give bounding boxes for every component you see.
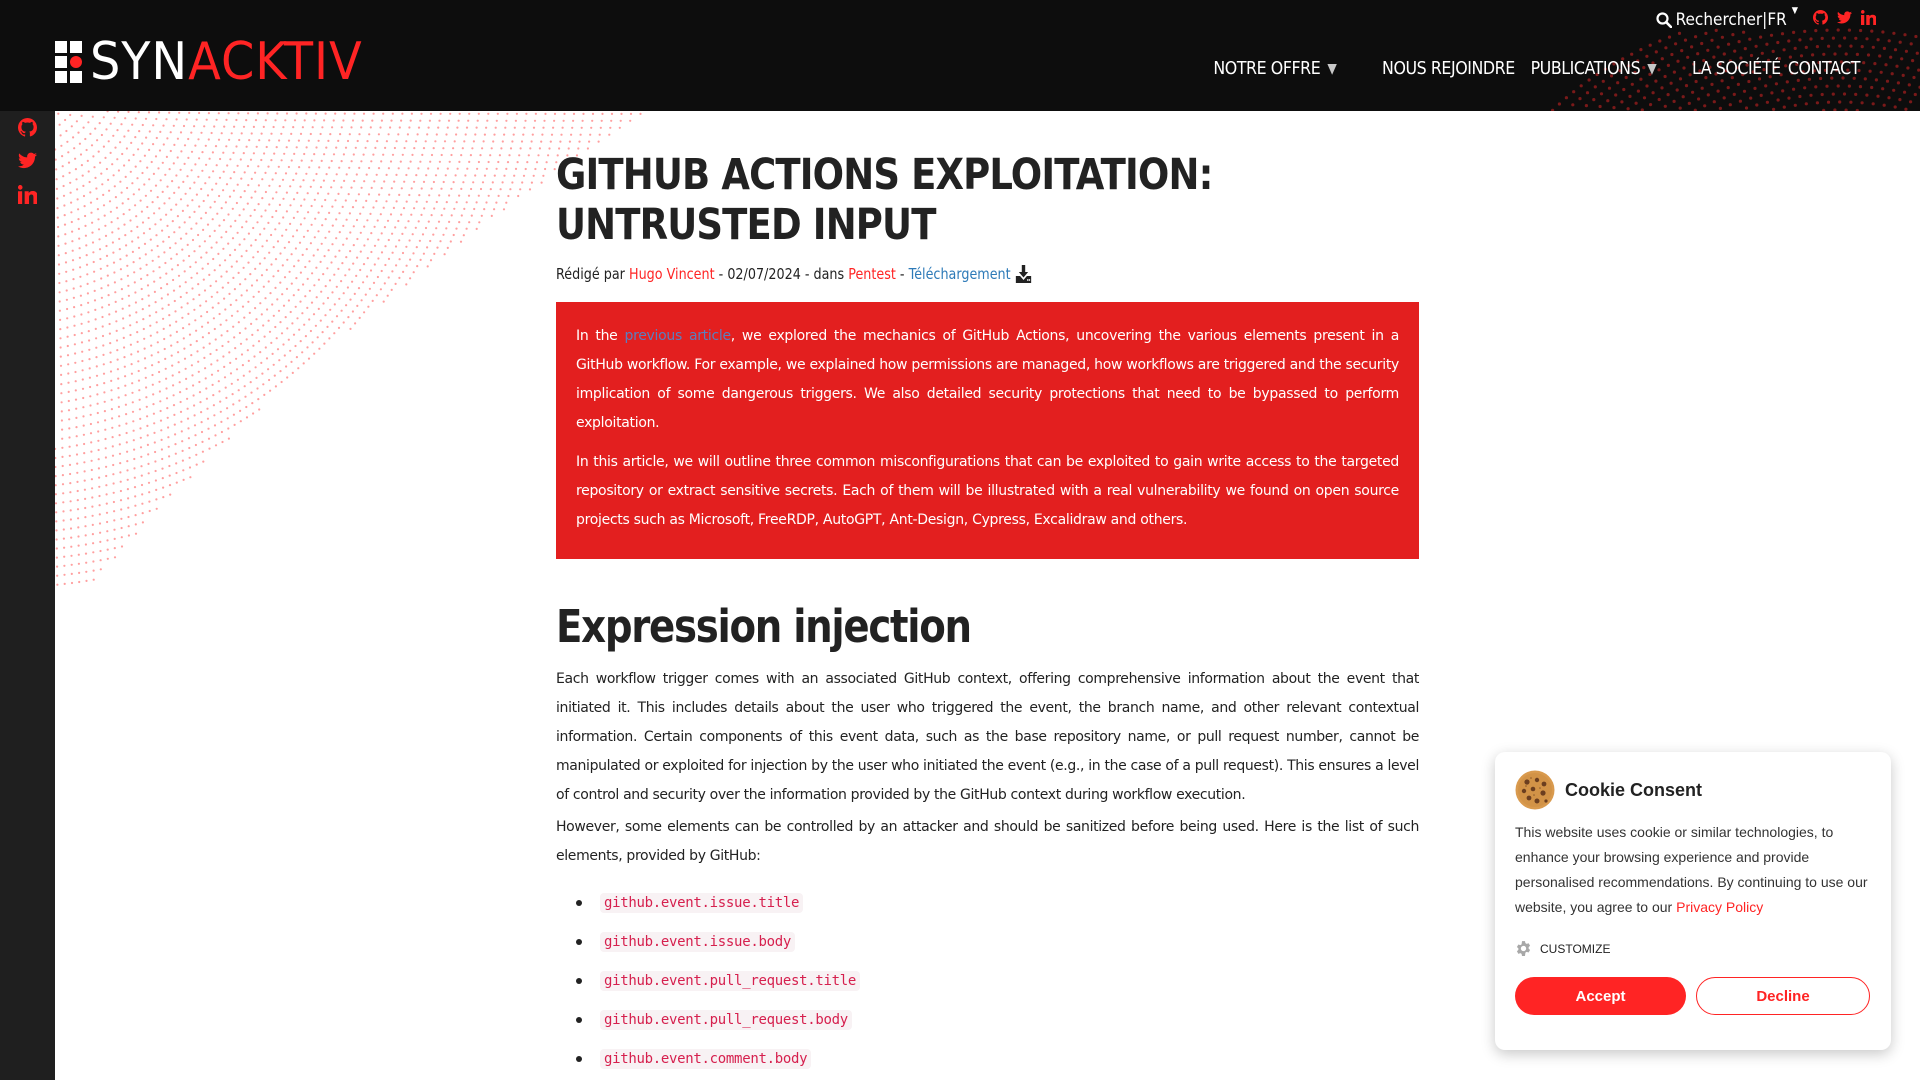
nav-label: LA SOCIÉTÉ: [1692, 58, 1782, 79]
publish-date: 02/07/2024: [727, 265, 801, 283]
separator: -: [895, 265, 909, 283]
dropdown-triangle-icon: ▼: [1646, 60, 1656, 77]
code-snippet: github.event.pull_request.title: [600, 970, 860, 991]
section-heading: Expression injection: [556, 600, 972, 653]
synacktiv-logo[interactable]: SYNACKTIV: [55, 36, 386, 88]
dropdown-triangle-icon: ▼: [1327, 60, 1337, 77]
github-icon: [18, 118, 37, 137]
main-nav: NOTRE OFFRE ▼ NOUS REJOINDRE PUBLICATIONS…: [1205, 58, 1865, 79]
logo-mark-icon: [55, 41, 82, 83]
download-icon[interactable]: [1015, 264, 1032, 284]
header-social-links: [1813, 10, 1877, 30]
article-meta: Rédigé par Hugo Vincent - 02/07/2024 - d…: [556, 264, 1290, 284]
nav-notre-offre[interactable]: NOTRE OFFRE ▼: [1213, 58, 1336, 79]
cookie-title: Cookie Consent: [1565, 779, 1703, 800]
caret-down-icon: ▼: [1791, 6, 1798, 16]
download-link[interactable]: Téléchargement: [909, 265, 1011, 283]
text: In the: [576, 328, 625, 344]
category-link[interactable]: Pentest: [848, 265, 896, 283]
code-snippet: github.event.issue.title: [600, 892, 804, 913]
cookie-text: This website uses cookie or similar tech…: [1515, 820, 1871, 920]
twitter-icon: [18, 152, 37, 169]
linkedin-icon: [1861, 10, 1877, 25]
article-title: GITHUB ACTIONS EXPLOITATION: UNTRUSTED I…: [556, 150, 1213, 250]
written-by-label: Rédigé par: [556, 265, 625, 283]
gear-icon: [1516, 941, 1531, 956]
body-paragraph: However, some elements can be controlled…: [556, 819, 1419, 864]
in-label: - dans: [800, 265, 849, 283]
github-icon: [1813, 10, 1828, 25]
sidebar-github-link[interactable]: [18, 118, 37, 137]
linkedin-icon: [18, 185, 38, 204]
list-item: github.event.issue.body: [576, 922, 1419, 961]
nav-publications[interactable]: PUBLICATIONS ▼: [1530, 58, 1656, 79]
sidebar-linkedin-link[interactable]: [18, 185, 38, 204]
nav-nous-rejoindre[interactable]: NOUS REJOINDRE: [1382, 58, 1515, 79]
previous-article-link[interactable]: previous article: [624, 328, 731, 344]
privacy-policy-link[interactable]: Privacy Policy: [1676, 899, 1763, 915]
cookie-icon: [1515, 770, 1555, 810]
author-link[interactable]: Hugo Vincent: [629, 265, 715, 283]
linkedin-link[interactable]: [1861, 10, 1877, 30]
nav-label: PUBLICATIONS: [1530, 58, 1640, 79]
bullet: [576, 977, 582, 984]
cookie-header: Cookie Consent: [1515, 770, 1871, 810]
separator: -: [714, 265, 728, 283]
language-selector[interactable]: FR ▼: [1767, 6, 1798, 30]
search-icon: [1656, 12, 1672, 28]
code-snippet: github.event.comment.body: [600, 1048, 812, 1069]
search-label: Rechercher: [1675, 10, 1763, 30]
logo-text: SYNACKTIV: [90, 36, 363, 88]
bullet: [576, 1055, 582, 1062]
twitter-icon: [1837, 11, 1852, 24]
bullet: [576, 938, 582, 945]
language-label: FR: [1767, 10, 1787, 30]
sidebar-twitter-link[interactable]: [18, 151, 37, 170]
nav-label: NOTRE OFFRE: [1213, 58, 1321, 79]
nav-label: CONTACT: [1788, 58, 1861, 79]
bullet: [576, 1016, 582, 1023]
code-snippet: github.event.pull_request.body: [600, 1009, 852, 1030]
untrusted-inputs-list: github.event.issue.title github.event.is…: [556, 883, 1419, 1078]
nav-la-societe[interactable]: LA SOCIÉTÉ: [1692, 58, 1781, 79]
logo-text-red: ACKTIV: [188, 32, 363, 92]
decline-button[interactable]: Decline: [1696, 977, 1870, 1015]
customize-label: CUSTOMIZE: [1540, 941, 1611, 956]
list-item: github.event.pull_request.title: [576, 961, 1419, 1000]
body-paragraph: Each workflow trigger comes with an asso…: [556, 671, 1419, 803]
site-header: SYNACKTIV Rechercher | FR ▼ NOTRE OFFRE ▼ …: [0, 0, 1920, 111]
nav-label: NOUS REJOINDRE: [1381, 58, 1515, 79]
nav-contact[interactable]: CONTACT: [1788, 58, 1860, 79]
left-social-sidebar: [0, 111, 55, 1080]
list-item: github.event.issue.title: [576, 883, 1419, 922]
intro-box: In the previous article, we explored the…: [556, 302, 1419, 559]
accept-button[interactable]: Accept: [1515, 977, 1686, 1015]
logo-text-white: SYN: [90, 32, 189, 92]
intro-paragraph-1: In the previous article, we explored the…: [576, 322, 1399, 438]
list-item: github.event.pull_request.body: [576, 1000, 1419, 1039]
twitter-link[interactable]: [1837, 10, 1852, 30]
customize-button[interactable]: CUSTOMIZE: [1515, 940, 1871, 957]
article: GITHUB ACTIONS EXPLOITATION: UNTRUSTED I…: [556, 150, 1419, 1078]
intro-paragraph-2: In this article, we will outline three c…: [576, 454, 1399, 528]
cookie-consent-dialog: Cookie Consent This website uses cookie …: [1495, 752, 1891, 1050]
top-bar: Rechercher | FR ▼: [1656, 6, 1877, 30]
bullet: [576, 899, 582, 906]
list-item: github.event.comment.body: [576, 1039, 1419, 1078]
cookie-actions: Accept Decline: [1515, 977, 1871, 1015]
code-snippet: github.event.issue.body: [600, 931, 795, 952]
github-link[interactable]: [1813, 10, 1828, 30]
search-button[interactable]: Rechercher: [1656, 10, 1763, 30]
